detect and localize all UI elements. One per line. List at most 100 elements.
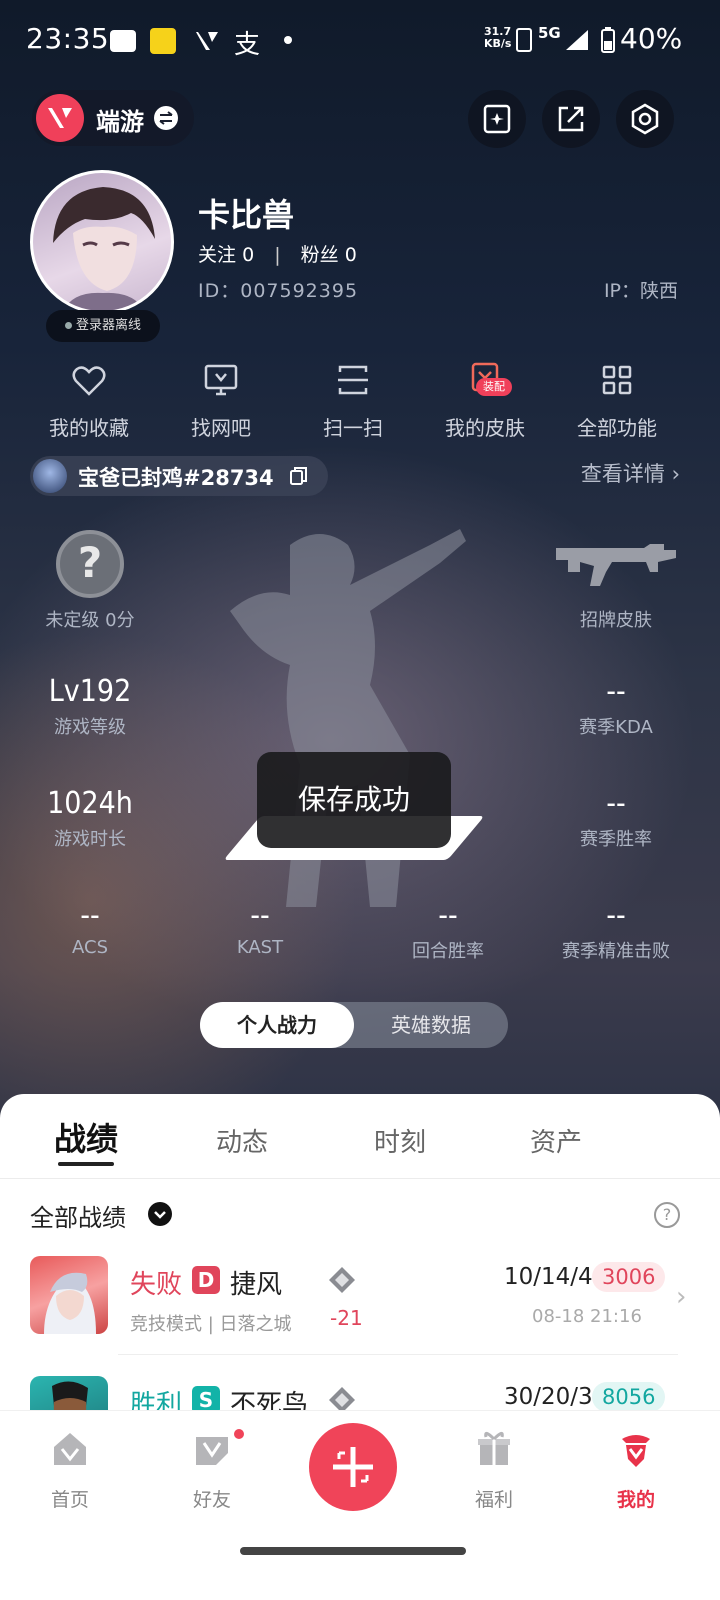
playtime-label: 游戏时长 [54,829,126,850]
edit-card-button[interactable] [468,90,526,148]
grid-icon [602,365,632,395]
chevron-down-icon[interactable] [148,1202,172,1226]
nav-profile[interactable]: 我的 [576,1429,696,1512]
row-divider [118,1354,678,1355]
match-row[interactable]: 胜利 S 不死鸟 30/20/3 8056 [0,1376,720,1412]
more-notifications-dot [284,36,292,44]
headshot-label: 赛季精准击败 [562,941,670,962]
nav-friends[interactable]: 好友 [152,1429,272,1512]
following-link[interactable]: 关注 0 [198,244,254,266]
power-view-toggle: 个人战力 英雄数据 [200,1002,508,1048]
nav-home[interactable]: 首页 [10,1429,130,1512]
agent-portrait [30,1376,108,1412]
fans-label: 粉丝 [300,244,339,266]
match-score: 3006 [592,1262,666,1292]
friends-notification-dot [232,1427,246,1441]
scan-icon [338,365,368,395]
tab-feed[interactable]: 动态 [216,1122,268,1159]
quick-scan-label: 扫一扫 [323,416,383,440]
quick-scan[interactable]: 扫一扫 [288,360,418,441]
battery-level: 40% [620,22,683,55]
quick-internet-cafe[interactable]: 找网吧 [156,360,286,441]
profile-hero: 23:35 支 31.7 KB/s 5G 40% 端游 登录器离线 卡比兽 关注… [0,0,720,1140]
follow-separator: | [274,244,281,266]
kda-stat: -- 赛季KDA [536,674,696,739]
nav-home-label: 首页 [50,1489,89,1511]
plus-icon [333,1447,373,1487]
match-result: 胜利 [130,1390,183,1412]
acs-stat: -- ACS [10,898,170,958]
tab-assets[interactable]: 资产 [530,1122,582,1159]
status-bar: 23:35 支 31.7 KB/s 5G 40% [0,0,720,80]
settings-button[interactable] [616,90,674,148]
kast-label: KAST [236,937,284,958]
rank-delta: -21 [330,1306,363,1330]
records-filter[interactable]: 全部战绩 [30,1198,126,1233]
tab-indicator [58,1162,114,1166]
rank-unranked-icon: ? [56,530,124,598]
toast: 保存成功 [257,752,451,848]
acs-label: ACS [72,937,108,958]
playtime-value: 1024h [47,786,133,821]
level-stat: Lv192 游戏等级 [10,674,170,739]
tab-moments[interactable]: 时刻 [374,1122,426,1159]
create-post-button[interactable] [309,1423,397,1511]
game-mode-label: 端游 [96,108,144,136]
acs-value: -- [80,898,100,933]
game-account-avatar [33,459,67,493]
profile-icon [622,1435,650,1467]
agent-portrait [30,1256,108,1334]
net-speed: 31.7 KB/s [484,25,512,50]
avatar[interactable] [30,170,174,314]
edit-card-icon [483,104,511,134]
signature-skin-stat[interactable]: 招牌皮肤 [536,602,696,632]
quick-internet-cafe-label: 找网吧 [191,416,251,440]
fans-link[interactable]: 粉丝 0 [301,244,357,266]
help-icon[interactable]: ? [654,1202,680,1228]
network-type: 5G [538,24,561,42]
following-label: 关注 [198,244,237,266]
quick-all-functions[interactable]: 全部功能 [552,360,682,441]
copy-icon[interactable] [288,465,310,487]
alipay-icon: 支 [234,30,261,60]
settings-hex-icon [631,103,659,135]
match-date: 08-18 21:16 [532,1306,642,1327]
signature-skin-label: 招牌皮肤 [580,610,652,631]
nav-welfare[interactable]: 福利 [434,1429,554,1512]
home-indicator [240,1547,466,1555]
view-details-link[interactable]: 查看详情 › [581,458,680,488]
match-score: 8056 [592,1382,666,1412]
round-winrate-stat: -- 回合胜率 [368,898,528,963]
launcher-status-badge: 登录器离线 [46,310,160,342]
nickname: 卡比兽 [198,196,295,234]
home-icon [54,1433,86,1465]
hero-data-tab[interactable]: 英雄数据 [354,1002,508,1048]
chevron-right-icon: › [676,1282,687,1312]
personal-power-tab[interactable]: 个人战力 [200,1002,354,1048]
toast-message: 保存成功 [297,783,410,816]
share-icon [558,106,584,132]
heart-icon [72,366,106,396]
quick-my-skins-label: 我的皮肤 [445,416,525,440]
game-account-tag[interactable]: 宝爸已封鸡#28734 [30,456,328,496]
share-button[interactable] [542,90,600,148]
tab-records[interactable]: 战绩 [54,1114,118,1160]
quick-my-skins[interactable]: 我的皮肤 [420,360,550,441]
round-winrate-value: -- [438,898,458,933]
game-mode-switch[interactable]: 端游 [32,90,194,146]
kast-value: -- [250,898,270,933]
kda-label: 赛季KDA [579,717,653,738]
playtime-stat: 1024h 游戏时长 [10,786,170,851]
hd-icon [516,28,532,52]
equip-badge: 装配 [476,378,512,396]
match-row[interactable]: 失败 D 捷风 竞技模式 | 日落之城 -21 10/14/4 3006 08-… [0,1256,720,1376]
winrate-stat: -- 赛季胜率 [536,786,696,851]
quick-all-functions-label: 全部功能 [577,416,657,440]
round-winrate-label: 回合胜率 [412,941,484,962]
rank-diamond-icon [329,1267,355,1293]
app-notification-icon [150,28,176,54]
quick-favorites[interactable]: 我的收藏 [24,360,154,441]
rank-label: 未定级 0分 [45,610,135,631]
follow-stats: 关注 0 | 粉丝 0 [198,240,357,267]
match-mode-map: 竞技模式 | 日落之城 [130,1314,292,1335]
